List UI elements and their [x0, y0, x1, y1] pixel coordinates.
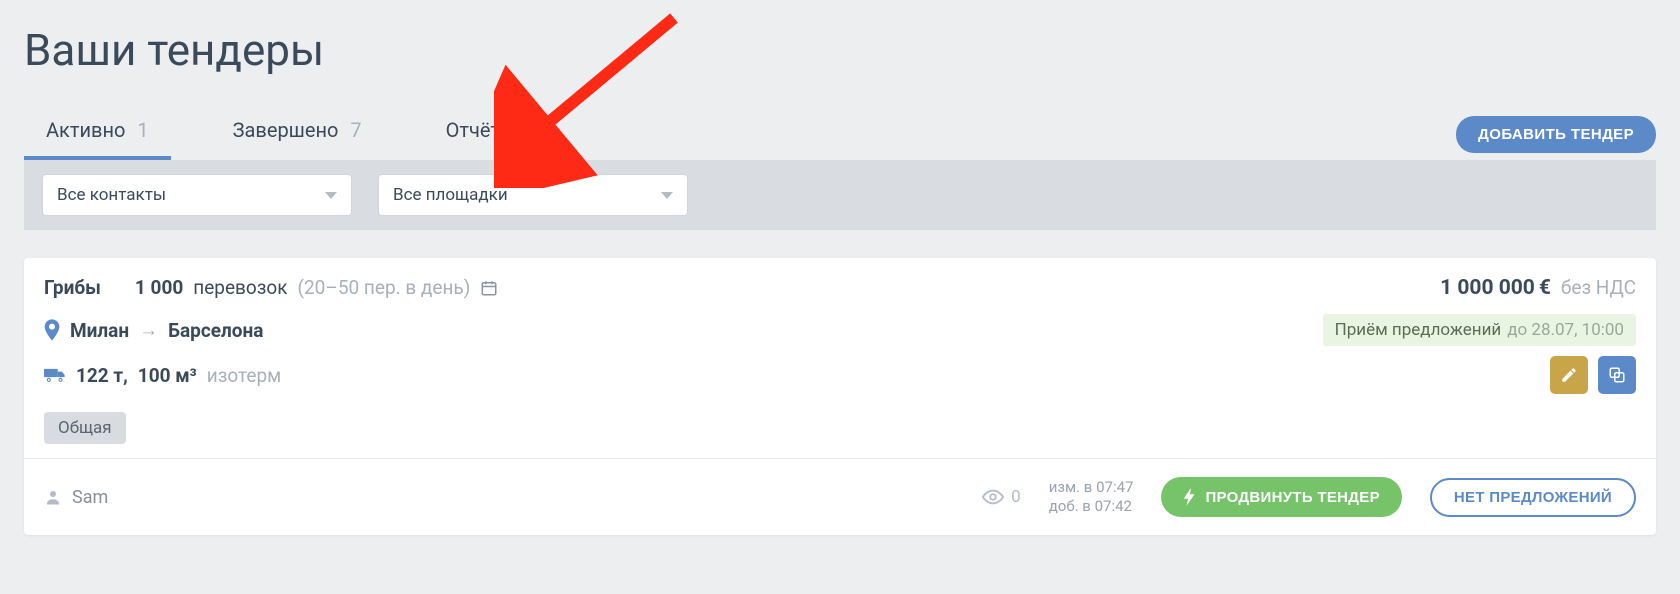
add-tender-button[interactable]: ДОБАВИТЬ ТЕНДЕР — [1456, 116, 1656, 153]
bolt-icon — [1183, 488, 1197, 506]
added-time: доб. в 07:42 — [1049, 497, 1134, 517]
card-bottom: Sam 0 изм. в 07:47 доб. в 07:42 ПРОДВИНУ… — [24, 458, 1656, 535]
vehicle: 122 т, 100 м³ изотерм — [44, 364, 281, 387]
tab-reports[interactable]: Отчёты — [424, 108, 538, 160]
tab-label: Завершено — [233, 118, 339, 142]
pin-icon — [44, 319, 60, 341]
row-vehicle: 122 т, 100 м³ изотерм — [44, 356, 1636, 394]
user-icon — [44, 488, 62, 506]
filter-bar: Все контакты Все площадки — [24, 160, 1656, 230]
vehicle-type: изотерм — [207, 364, 281, 387]
no-offers-button[interactable]: НЕТ ПРЕДЛОЖЕНИЙ — [1430, 478, 1636, 517]
tab-count: 1 — [137, 118, 148, 142]
contacts-select[interactable]: Все контакты — [42, 174, 352, 216]
status-label: Приём предложений — [1335, 320, 1502, 340]
promote-label: ПРОДВИНУТЬ ТЕНДЕР — [1205, 489, 1379, 506]
pencil-icon — [1560, 366, 1578, 384]
price-value: 1 000 000 — [1440, 276, 1535, 300]
tab-label: Активно — [46, 118, 125, 142]
row-headline: Грибы 1 000 перевозок (20–50 пер. в день… — [44, 276, 1636, 300]
arrow-right-icon: → — [139, 318, 158, 342]
timestamps: изм. в 07:47 доб. в 07:42 — [1049, 478, 1134, 517]
vehicle-weight: 122 т, — [76, 364, 128, 387]
truck-icon — [44, 367, 66, 383]
user-name: Sam — [72, 487, 108, 508]
views-count: 0 — [1011, 487, 1021, 507]
modified-time: изм. в 07:47 — [1049, 478, 1134, 498]
tender-title: Грибы — [44, 276, 101, 299]
visibility-tag[interactable]: Общая — [44, 412, 126, 444]
status-badge: Приём предложений до 28.07, 10:00 — [1323, 314, 1636, 346]
status-until: до 28.07, 10:00 — [1507, 320, 1624, 340]
tab-label: Отчёты — [446, 118, 516, 142]
user-wrap: Sam — [44, 487, 108, 508]
calendar-icon[interactable] — [480, 279, 498, 297]
route: Милан → Барселона — [44, 318, 263, 342]
promote-button[interactable]: ПРОДВИНУТЬ ТЕНДЕР — [1161, 477, 1401, 517]
meta-cluster: 0 изм. в 07:47 доб. в 07:42 ПРОДВИНУТЬ Т… — [982, 477, 1636, 517]
headline-right: 1 000 000 € без НДС — [1440, 276, 1636, 300]
platforms-select[interactable]: Все площадки — [378, 174, 688, 216]
tab-completed[interactable]: Завершено 7 — [211, 108, 384, 160]
eye-icon — [982, 489, 1004, 505]
icon-buttons — [1550, 356, 1636, 394]
tab-active[interactable]: Активно 1 — [24, 108, 171, 160]
card-top: Грибы 1 000 перевозок (20–50 пер. в день… — [24, 258, 1656, 458]
select-value: Все площадки — [393, 185, 508, 205]
per-day: (20–50 пер. в день) — [298, 276, 471, 299]
vehicle-volume: 100 м³ — [138, 364, 197, 387]
route-to: Барселона — [168, 319, 263, 342]
row-route: Милан → Барселона Приём предложений до 2… — [44, 314, 1636, 346]
tabs: Активно 1 Завершено 7 Отчёты — [24, 108, 538, 160]
copy-button[interactable] — [1598, 356, 1636, 394]
tag-row: Общая — [44, 412, 1636, 444]
route-from: Милан — [70, 319, 129, 342]
chevron-down-icon — [661, 192, 673, 199]
views: 0 — [982, 487, 1021, 507]
select-value: Все контакты — [57, 185, 166, 205]
edit-button[interactable] — [1550, 356, 1588, 394]
shipments-suffix: перевозок — [193, 276, 287, 299]
headline-left: Грибы 1 000 перевозок (20–50 пер. в день… — [44, 276, 498, 299]
price-vat: без НДС — [1561, 276, 1636, 299]
page-title: Ваши тендеры — [24, 24, 1656, 76]
tabs-row: Активно 1 Завершено 7 Отчёты ДОБАВИТЬ ТЕ… — [24, 108, 1656, 160]
copy-icon — [1608, 366, 1626, 384]
chevron-down-icon — [325, 192, 337, 199]
tender-card: Грибы 1 000 перевозок (20–50 пер. в день… — [24, 258, 1656, 535]
tab-count: 7 — [350, 118, 361, 142]
shipments-count: 1 000 — [135, 276, 183, 299]
price-currency: € — [1539, 276, 1551, 300]
